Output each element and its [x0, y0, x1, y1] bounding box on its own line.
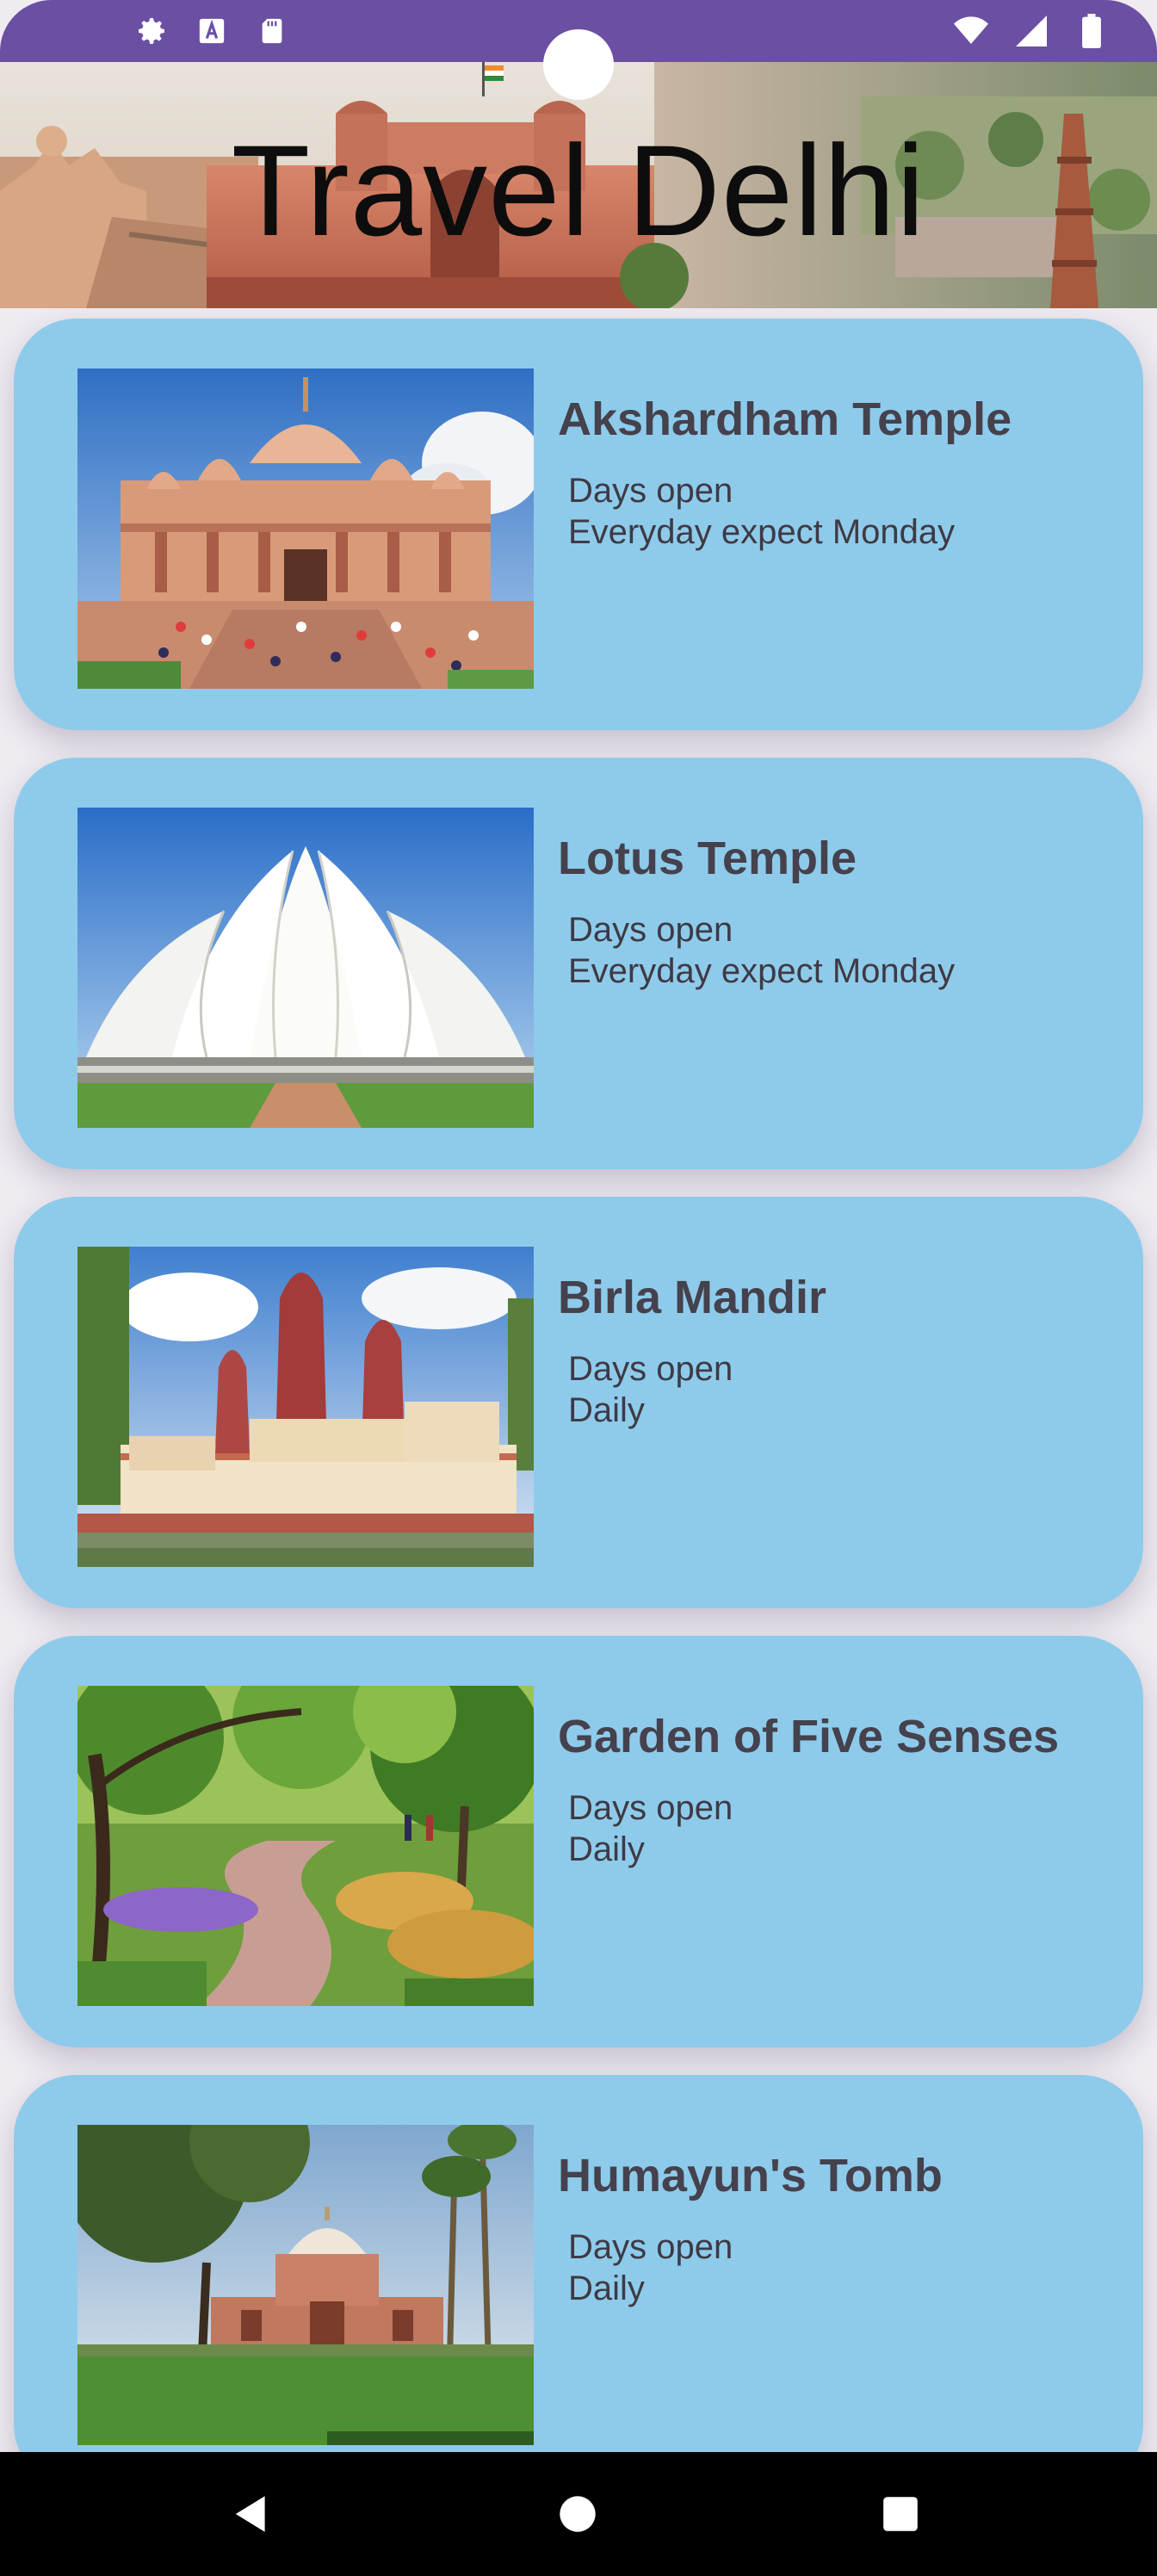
font-a-icon: [195, 14, 229, 48]
gear-icon: [134, 14, 169, 48]
akshardham-photo: [77, 368, 534, 689]
place-title: Garden of Five Senses: [558, 1711, 1060, 1762]
lotus-temple-photo: [77, 808, 534, 1128]
recents-icon[interactable]: [875, 2488, 926, 2540]
garden-photo: [77, 1686, 534, 2006]
days-open-label: Days open: [568, 1350, 733, 1388]
status-left-icons: [134, 14, 289, 48]
days-open-value: Daily: [568, 1391, 645, 1429]
places-list[interactable]: Akshardham Temple Days open Everyday exp…: [0, 308, 1157, 2452]
place-card-garden-of-five-senses[interactable]: Garden of Five Senses Days open Daily: [14, 1636, 1143, 2047]
place-title: Birla Mandir: [558, 1272, 827, 1323]
days-open-label: Days open: [568, 2228, 733, 2266]
birla-mandir-photo: [77, 1247, 534, 1567]
days-open-info: Days open Daily: [568, 2226, 733, 2309]
app-screen: Travel Delhi Akshardham Temple Days open…: [0, 0, 1157, 2576]
days-open-value: Daily: [568, 2269, 645, 2307]
wifi-icon: [954, 14, 988, 48]
place-card-lotus-temple[interactable]: Lotus Temple Days open Everyday expect M…: [14, 758, 1143, 1169]
camera-cutout: [543, 29, 614, 100]
back-icon[interactable]: [226, 2488, 277, 2540]
place-card-akshardham[interactable]: Akshardham Temple Days open Everyday exp…: [14, 319, 1143, 730]
days-open-info: Days open Everyday expect Monday: [568, 470, 955, 553]
battery-icon: [1074, 14, 1109, 48]
days-open-value: Everyday expect Monday: [568, 513, 956, 551]
days-open-value: Everyday expect Monday: [568, 952, 956, 990]
app-title: Travel Delhi: [231, 118, 926, 263]
humayun-tomb-photo: [77, 2125, 534, 2445]
days-open-label: Days open: [568, 911, 733, 949]
place-title: Lotus Temple: [558, 833, 857, 884]
place-card-birla-mandir[interactable]: Birla Mandir Days open Daily: [14, 1197, 1143, 1608]
days-open-info: Days open Daily: [568, 1348, 733, 1431]
place-title: Akshardham Temple: [558, 393, 1012, 445]
place-card-humayuns-tomb[interactable]: Humayun's Tomb Days open Daily: [14, 2075, 1143, 2452]
days-open-label: Days open: [568, 1789, 733, 1827]
sd-card-icon: [255, 14, 289, 48]
days-open-info: Days open Daily: [568, 1787, 733, 1870]
place-title: Humayun's Tomb: [558, 2150, 943, 2201]
days-open-label: Days open: [568, 472, 733, 510]
signal-icon: [1014, 14, 1049, 48]
system-nav-bar: [0, 2452, 1157, 2576]
home-icon[interactable]: [552, 2488, 603, 2540]
days-open-info: Days open Everyday expect Monday: [568, 909, 955, 992]
status-right-icons: [954, 14, 1109, 48]
days-open-value: Daily: [568, 1830, 645, 1868]
